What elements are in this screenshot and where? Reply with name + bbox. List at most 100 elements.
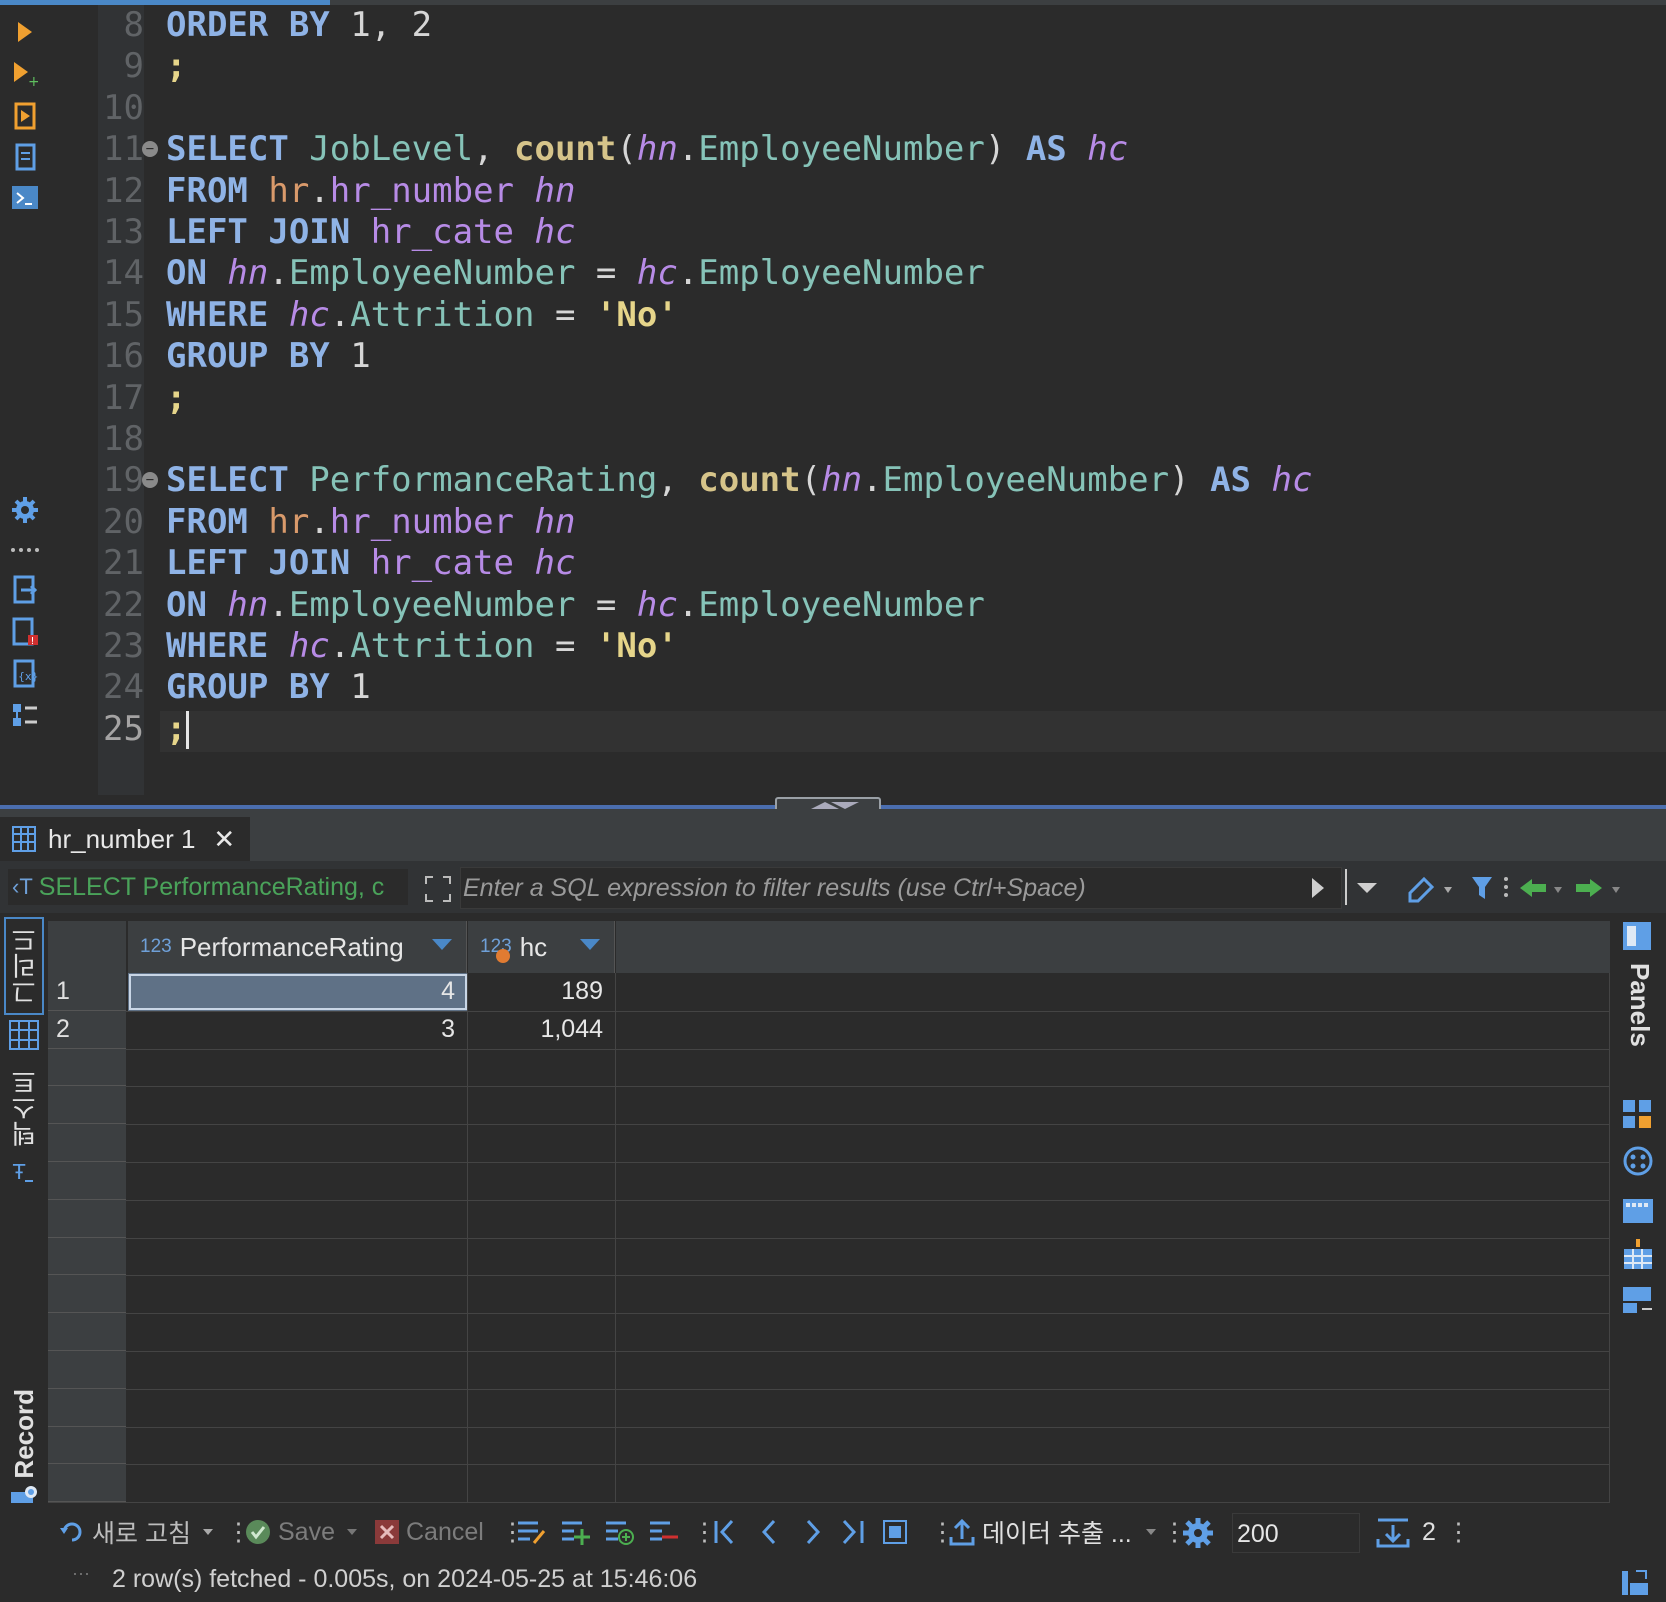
table-row[interactable] [48,1388,1610,1428]
text-view-icon[interactable]: Ŧ [4,1155,44,1191]
filter-history-dropdown[interactable] [1345,869,1383,905]
row-number[interactable] [48,1275,126,1314]
table-cell[interactable] [128,1464,468,1503]
code-line[interactable]: LEFT JOIN hr_cate hc [166,210,575,254]
table-cell[interactable] [128,1313,468,1351]
row-number[interactable] [48,1388,126,1427]
code-line[interactable]: SELECT PerformanceRating, count(hn.Emplo… [166,458,1312,502]
table-cell[interactable] [128,1388,468,1427]
column-header-hc[interactable]: 123 hc [468,921,615,973]
settings-icon[interactable] [8,495,42,525]
row-number[interactable] [48,1124,126,1162]
table-cell[interactable] [128,1086,468,1125]
table-cell[interactable]: 4 [128,973,468,1011]
row-number[interactable] [48,1048,126,1087]
code-line[interactable]: GROUP BY 1 [166,665,371,709]
console-icon[interactable] [8,183,42,213]
table-row[interactable] [48,1275,1610,1315]
table-cell[interactable] [468,1388,616,1427]
table-cell[interactable] [128,1048,468,1087]
table-row[interactable] [48,1048,1610,1088]
table-cell[interactable] [468,1237,616,1276]
grid-icon[interactable] [4,1017,44,1053]
table-cell[interactable] [468,1313,616,1351]
table-row[interactable] [48,1199,1610,1239]
row-number[interactable] [48,1313,126,1351]
sort-arrow-icon[interactable] [580,939,600,950]
grouping-icon[interactable] [1622,1239,1654,1271]
chevron-down-icon[interactable] [1144,1527,1158,1537]
value-viewer-icon[interactable] [1622,1099,1652,1129]
variables-icon[interactable]: {x} [8,659,42,689]
table-row[interactable] [48,1086,1610,1126]
row-number[interactable] [48,1426,126,1465]
filter-tools[interactable] [1400,871,1640,905]
execute-statement-icon[interactable] [8,17,42,47]
code-line[interactable]: FROM hr.hr_number hn [166,169,575,213]
column-header-performancerating[interactable]: 123 PerformanceRating [128,921,467,973]
metadata-icon[interactable] [1622,1145,1654,1177]
fold-toggle-icon[interactable]: − [142,472,158,489]
script-tabs-icon[interactable] [8,143,42,173]
code-line[interactable]: ORDER BY 1, 2 [166,3,432,47]
record-view-tab[interactable]: Record [4,1389,44,1479]
table-cell[interactable]: 3 [128,1010,468,1049]
panels-icon[interactable] [1622,921,1652,951]
text-view-tab[interactable]: 텍스트 [4,1067,44,1149]
export-data-button[interactable]: 데이터 추출 ... [948,1515,1158,1549]
outline-icon[interactable] [8,701,42,731]
row-number[interactable] [48,1162,126,1200]
more-dots-icon[interactable] [8,535,42,565]
table-cell[interactable] [468,1124,616,1162]
code-line[interactable]: ; [166,376,186,420]
expand-icon[interactable] [424,875,452,903]
panels-label[interactable]: Panels [1624,963,1655,1047]
table-cell[interactable] [468,1275,616,1314]
table-row[interactable] [48,1464,1610,1503]
table-cell[interactable] [128,1199,468,1238]
execute-script-icon[interactable] [8,101,42,131]
row-number[interactable] [48,1237,126,1276]
code-line[interactable]: WHERE hc.Attrition = 'No' [166,293,678,337]
table-row[interactable] [48,1313,1610,1352]
calc-icon[interactable] [1622,1195,1654,1225]
row-number[interactable] [48,1464,126,1503]
table-row[interactable] [48,1426,1610,1466]
row-number[interactable] [48,1199,126,1238]
table-cell[interactable] [468,1351,616,1389]
results-grid[interactable]: 123 PerformanceRating 123 hc 1 4 189 2 3 1,04… [48,921,1610,1503]
table-cell[interactable]: 1,044 [468,1010,616,1049]
sql-editor[interactable]: + ! {x} 8ORDER BY 1, 29;1011−SELECT [0,5,1666,805]
references-icon[interactable] [1622,1285,1654,1315]
code-line[interactable]: FROM hr.hr_number hn [166,500,575,544]
table-cell[interactable] [468,1048,616,1087]
export-script-icon[interactable] [8,575,42,605]
grid-view-tab[interactable]: 그리드 [4,917,44,1015]
table-row[interactable] [48,1351,1610,1390]
table-cell[interactable] [468,1162,616,1200]
fold-toggle-icon[interactable]: − [142,141,158,158]
table-cell[interactable] [128,1351,468,1389]
navigation-tools[interactable] [710,1515,910,1549]
code-line[interactable]: ; [166,707,190,751]
table-cell[interactable] [128,1124,468,1162]
row-number[interactable]: 1 [48,973,126,1011]
refresh-button[interactable]: 새로 고침 [58,1515,215,1549]
table-cell[interactable] [128,1275,468,1314]
apply-filter-icon[interactable] [1310,877,1326,899]
close-tab-icon[interactable]: ✕ [213,824,235,855]
query-preview[interactable]: ‹T SELECT PerformanceRating, c [8,869,408,905]
table-row[interactable]: 2 3 1,044 [48,1010,1610,1050]
code-line[interactable]: ; [166,44,186,88]
table-cell[interactable] [128,1426,468,1465]
table-cell[interactable] [468,1464,616,1503]
table-row[interactable] [48,1162,1610,1201]
code-line[interactable]: SELECT JobLevel, count(hn.EmployeeNumber… [166,127,1128,171]
chevron-down-icon[interactable] [345,1527,359,1537]
table-row[interactable] [48,1124,1610,1163]
chevron-down-icon[interactable] [201,1527,215,1537]
table-cell[interactable] [128,1237,468,1276]
table-cell[interactable] [128,1162,468,1200]
code-line[interactable]: ON hn.EmployeeNumber = hc.EmployeeNumber [166,583,985,627]
code-line[interactable]: ON hn.EmployeeNumber = hc.EmployeeNumber [166,251,985,295]
